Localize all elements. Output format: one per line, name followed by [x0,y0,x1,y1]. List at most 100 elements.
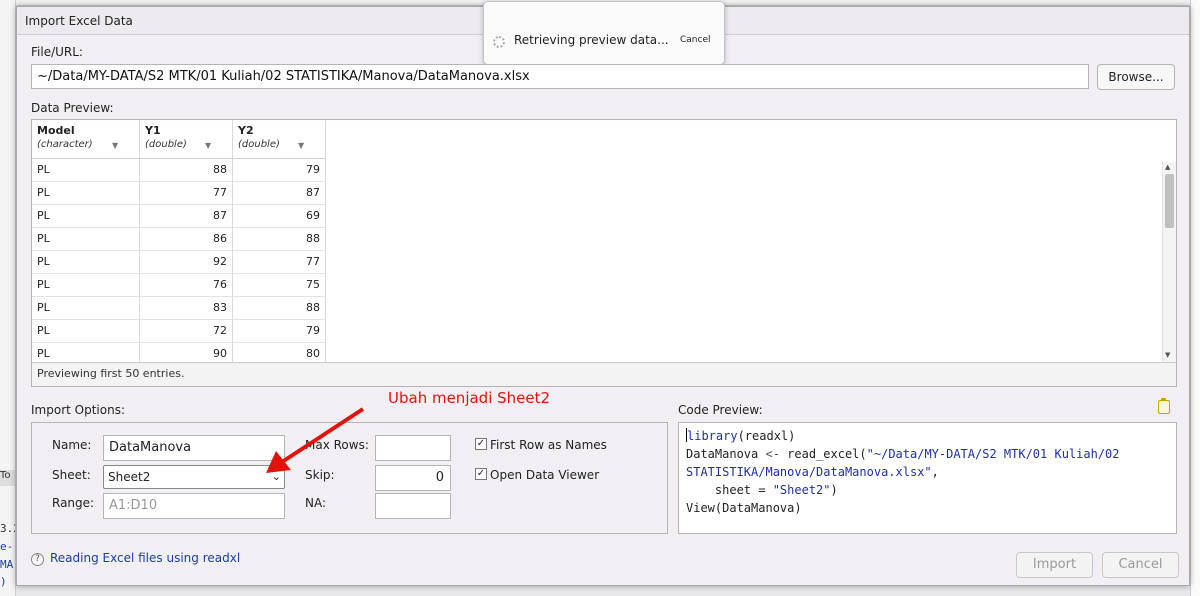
table-cell: 87 [233,182,326,205]
column-type: (character) [37,139,93,150]
max-rows-input[interactable] [375,435,451,461]
scrollbar-thumb[interactable] [1165,174,1174,228]
code-token: ) [830,483,838,497]
preview-footer: Previewing first 50 entries. [32,362,1176,386]
code-line: sheet = "Sheet2") [686,481,1169,499]
code-token: sheet = [686,483,773,497]
table-cell: PL [32,205,140,228]
column-type: (double) [238,139,280,150]
table-cell: PL [32,159,140,182]
first-row-label: First Row as Names [490,438,607,452]
code-string: "~/Data/MY-DATA/S2 MTK/01 Kuliah/02 [866,447,1120,461]
code-token: , [931,465,939,479]
file-url-input[interactable]: ~/Data/MY-DATA/S2 MTK/01 Kuliah/02 STATI… [31,64,1089,89]
code-string: "Sheet2" [772,483,831,497]
code-token: View(DataManova) [686,501,802,515]
code-preview-box[interactable]: library(readxl) DataManova <- read_excel… [678,422,1177,534]
max-rows-label: Max Rows: [305,438,369,452]
table-cell: 77 [233,251,326,274]
background-right-pane [1190,0,1200,596]
name-input[interactable]: DataManova [103,435,285,461]
table-cell: PL [32,182,140,205]
code-line: DataManova <- read_excel("~/Data/MY-DATA… [686,445,1169,463]
code-token: <- [758,447,788,461]
code-keyword: library [687,429,738,443]
background-code-line: 3.2 [0,522,15,535]
column-header[interactable]: Y2 (double) ▼ [233,120,326,159]
annotation-text: Ubah menjadi Sheet2 [388,389,551,407]
table-cell: 75 [233,274,326,297]
scroll-up-icon[interactable]: ▲ [1165,163,1170,171]
column-name: Y2 [238,124,254,137]
copy-to-clipboard-icon[interactable] [1158,398,1170,414]
sheet-select-value: Sheet2 [108,470,151,484]
column-header[interactable]: Y1 (double) ▼ [140,120,233,159]
sheet-label: Sheet: [52,468,91,482]
preview-vertical-scrollbar[interactable]: ▲ ▼ [1162,162,1176,362]
range-input[interactable]: A1:D10 [103,493,285,519]
scroll-down-icon[interactable]: ▼ [1165,351,1170,359]
table-cell: 77 [140,182,233,205]
code-token: DataManova [686,447,759,461]
table-cell: 86 [140,228,233,251]
table-cell: 83 [140,297,233,320]
chevron-down-icon: ⌄ [271,470,281,483]
table-cell: 88 [140,159,233,182]
code-token: (readxl) [737,429,796,443]
table-cell: 79 [233,159,326,182]
skip-input[interactable]: 0 [375,465,451,491]
help-icon[interactable]: ? [31,553,44,566]
table-cell: 76 [140,274,233,297]
background-code-line: ) [0,575,7,588]
table-cell: 92 [140,251,233,274]
table-cell: 87 [140,205,233,228]
background-code-line: e- [0,540,14,553]
first-row-checkbox[interactable]: ✓ [475,438,487,450]
open-viewer-checkbox[interactable]: ✓ [475,468,487,480]
table-cell: 69 [233,205,326,228]
import-options-label: Import Options: [31,403,125,417]
column-name: Y1 [145,124,161,137]
import-excel-dialog: Import Excel Data Retrieving preview dat… [16,1,1190,586]
help-link[interactable]: Reading Excel files using readxl [50,551,240,565]
table-cell: PL [32,274,140,297]
toast-message: Retrieving preview data... [514,33,669,47]
code-preview-label: Code Preview: [678,403,763,417]
column-menu-icon[interactable]: ▼ [112,141,118,150]
table-cell: PL [32,297,140,320]
background-console-pane: To 3.2 e- MA ) [0,0,16,596]
toast-cancel-button[interactable]: Cancel [680,35,711,45]
column-menu-icon[interactable]: ▼ [298,141,304,150]
import-options-panel: Name: DataManova Sheet: Sheet2 ⌄ Range: … [31,422,668,534]
sheet-select[interactable]: Sheet2 ⌄ [103,465,285,489]
background-tab[interactable]: To [0,470,15,486]
code-string: STATISTIKA/Manova/DataManova.xlsx" [686,465,932,479]
browse-button[interactable]: Browse... [1097,64,1175,90]
table-cell: PL [32,228,140,251]
background-code-line: MA [0,558,14,571]
file-url-label: File/URL: [31,45,83,59]
na-input[interactable] [375,493,451,519]
code-line: STATISTIKA/Manova/DataManova.xlsx", [686,463,1169,481]
code-line: library(readxl) [686,427,1169,445]
table-cell: 72 [140,320,233,343]
import-button[interactable]: Import [1016,552,1093,578]
spinner-icon [493,36,505,48]
column-type: (double) [145,139,187,150]
table-cell: PL [32,320,140,343]
open-viewer-label: Open Data Viewer [490,468,600,482]
column-menu-icon[interactable]: ▼ [205,141,211,150]
code-line: View(DataManova) [686,499,1169,517]
na-label: NA: [305,496,327,510]
table-cell: 79 [233,320,326,343]
range-label: Range: [52,496,95,510]
skip-label: Skip: [305,468,335,482]
data-preview-label: Data Preview: [31,101,114,115]
table-cell: 88 [233,228,326,251]
cancel-button[interactable]: Cancel [1102,552,1179,578]
data-preview-table: Model (character) ▼ Y1 (double) ▼ Y2 (double) ▼ P… [31,119,1177,387]
column-header[interactable]: Model (character) ▼ [32,120,140,159]
column-name: Model [37,124,75,137]
code-token: read_excel( [787,447,867,461]
name-label: Name: [52,438,92,452]
